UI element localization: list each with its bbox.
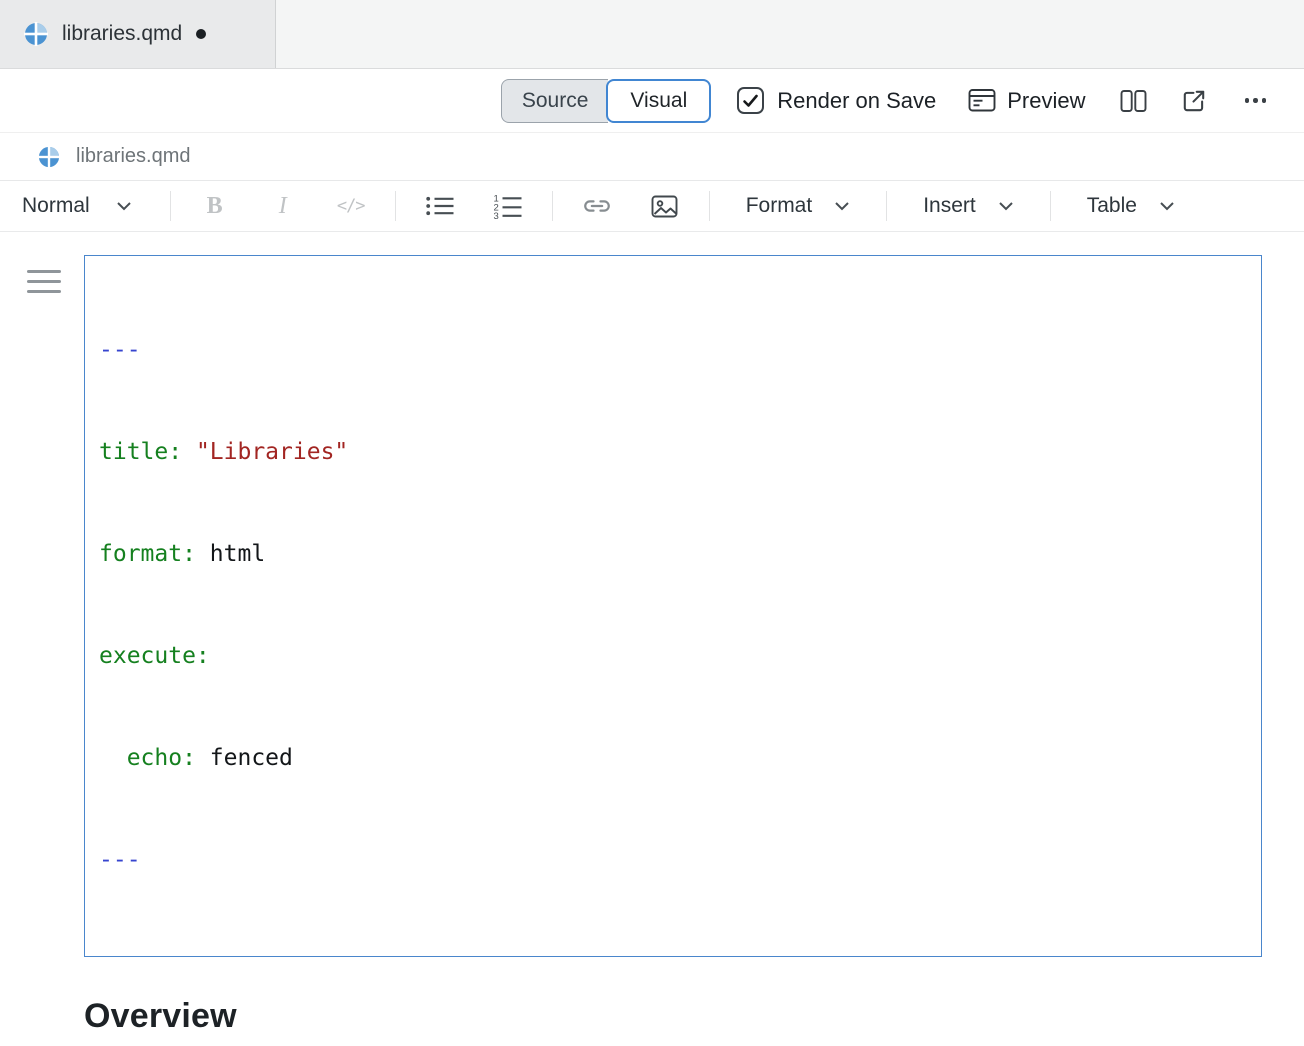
yaml-line: --- <box>99 843 1247 877</box>
split-editor-button[interactable] <box>1120 89 1147 113</box>
toolbar-divider <box>395 191 396 221</box>
insert-menu-label: Insert <box>923 194 976 218</box>
source-visual-toggle: Source Visual <box>501 79 711 123</box>
editor-toolbar: Source Visual Render on Save Preview <box>0 69 1304 133</box>
breadcrumb-filename[interactable]: libraries.qmd <box>76 145 190 168</box>
bulleted-list-button[interactable] <box>406 187 474 225</box>
breadcrumb: libraries.qmd <box>0 133 1304 181</box>
paragraph-style-label: Normal <box>22 194 90 218</box>
image-icon <box>651 194 678 219</box>
visual-mode-button[interactable]: Visual <box>606 79 711 123</box>
yaml-line: --- <box>99 333 1247 367</box>
bold-icon: B <box>207 193 223 220</box>
yaml-front-matter-block[interactable]: --- title: "Libraries" format: html exec… <box>84 255 1262 957</box>
more-options-button[interactable] <box>1243 90 1269 111</box>
document-canvas[interactable]: --- title: "Libraries" format: html exec… <box>0 232 1304 1046</box>
ellipsis-icon <box>1245 98 1250 103</box>
italic-icon: I <box>279 193 287 220</box>
source-mode-button[interactable]: Source <box>501 79 609 123</box>
checkmark-icon <box>742 94 759 108</box>
overview-heading: Overview <box>84 997 1262 1036</box>
yaml-line: format: html <box>99 537 1247 571</box>
paragraph-style-dropdown[interactable]: Normal <box>22 194 160 218</box>
yaml-line: execute: <box>99 639 1247 673</box>
render-on-save-checkbox[interactable] <box>737 87 764 114</box>
render-on-save-checkbox-group[interactable]: Render on Save <box>737 87 936 114</box>
toolbar-divider <box>709 191 710 221</box>
preview-label: Preview <box>1007 88 1085 114</box>
external-link-icon <box>1181 88 1207 114</box>
svg-text:3: 3 <box>493 211 498 219</box>
table-menu[interactable]: Table <box>1061 194 1201 218</box>
tab-title: libraries.qmd <box>62 22 182 46</box>
numbered-list-icon: 1 2 3 <box>493 193 523 219</box>
split-columns-icon <box>1120 89 1147 113</box>
numbered-list-button[interactable]: 1 2 3 <box>474 187 542 225</box>
code-icon: </> <box>337 196 365 216</box>
format-menu-label: Format <box>746 194 813 218</box>
toolbar-divider <box>1050 191 1051 221</box>
tab-libraries-qmd[interactable]: libraries.qmd <box>0 0 276 68</box>
render-on-save-label: Render on Save <box>777 88 936 114</box>
format-menu[interactable]: Format <box>720 194 877 218</box>
chevron-down-icon <box>116 201 132 211</box>
table-menu-label: Table <box>1087 194 1137 218</box>
editor-tab-bar: libraries.qmd <box>0 0 1304 69</box>
yaml-line: title: "Libraries" <box>99 435 1247 469</box>
insert-image-button[interactable] <box>631 187 699 225</box>
preview-button[interactable]: Preview <box>968 88 1085 114</box>
insert-menu[interactable]: Insert <box>897 194 1040 218</box>
quarto-file-icon <box>38 146 60 168</box>
chevron-down-icon <box>998 201 1014 211</box>
block-drag-handle-icon[interactable] <box>27 270 61 300</box>
open-in-new-window-button[interactable] <box>1181 88 1207 114</box>
formatting-toolbar: Normal B I </> <box>0 181 1304 232</box>
toolbar-divider <box>170 191 171 221</box>
quarto-visual-editor: libraries.qmd Source Visual Render on Sa… <box>0 0 1304 1046</box>
link-icon <box>582 198 612 214</box>
quarto-file-icon <box>24 22 48 46</box>
toolbar-divider <box>552 191 553 221</box>
toolbar-divider <box>886 191 887 221</box>
code-button[interactable]: </> <box>317 187 385 225</box>
italic-button[interactable]: I <box>249 187 317 225</box>
chevron-down-icon <box>834 201 850 211</box>
chevron-down-icon <box>1159 201 1175 211</box>
bulleted-list-icon <box>425 194 455 218</box>
insert-link-button[interactable] <box>563 187 631 225</box>
bold-button[interactable]: B <box>181 187 249 225</box>
yaml-line: echo: fenced <box>99 741 1247 775</box>
preview-icon <box>968 88 996 113</box>
unsaved-changes-dot <box>196 29 206 39</box>
